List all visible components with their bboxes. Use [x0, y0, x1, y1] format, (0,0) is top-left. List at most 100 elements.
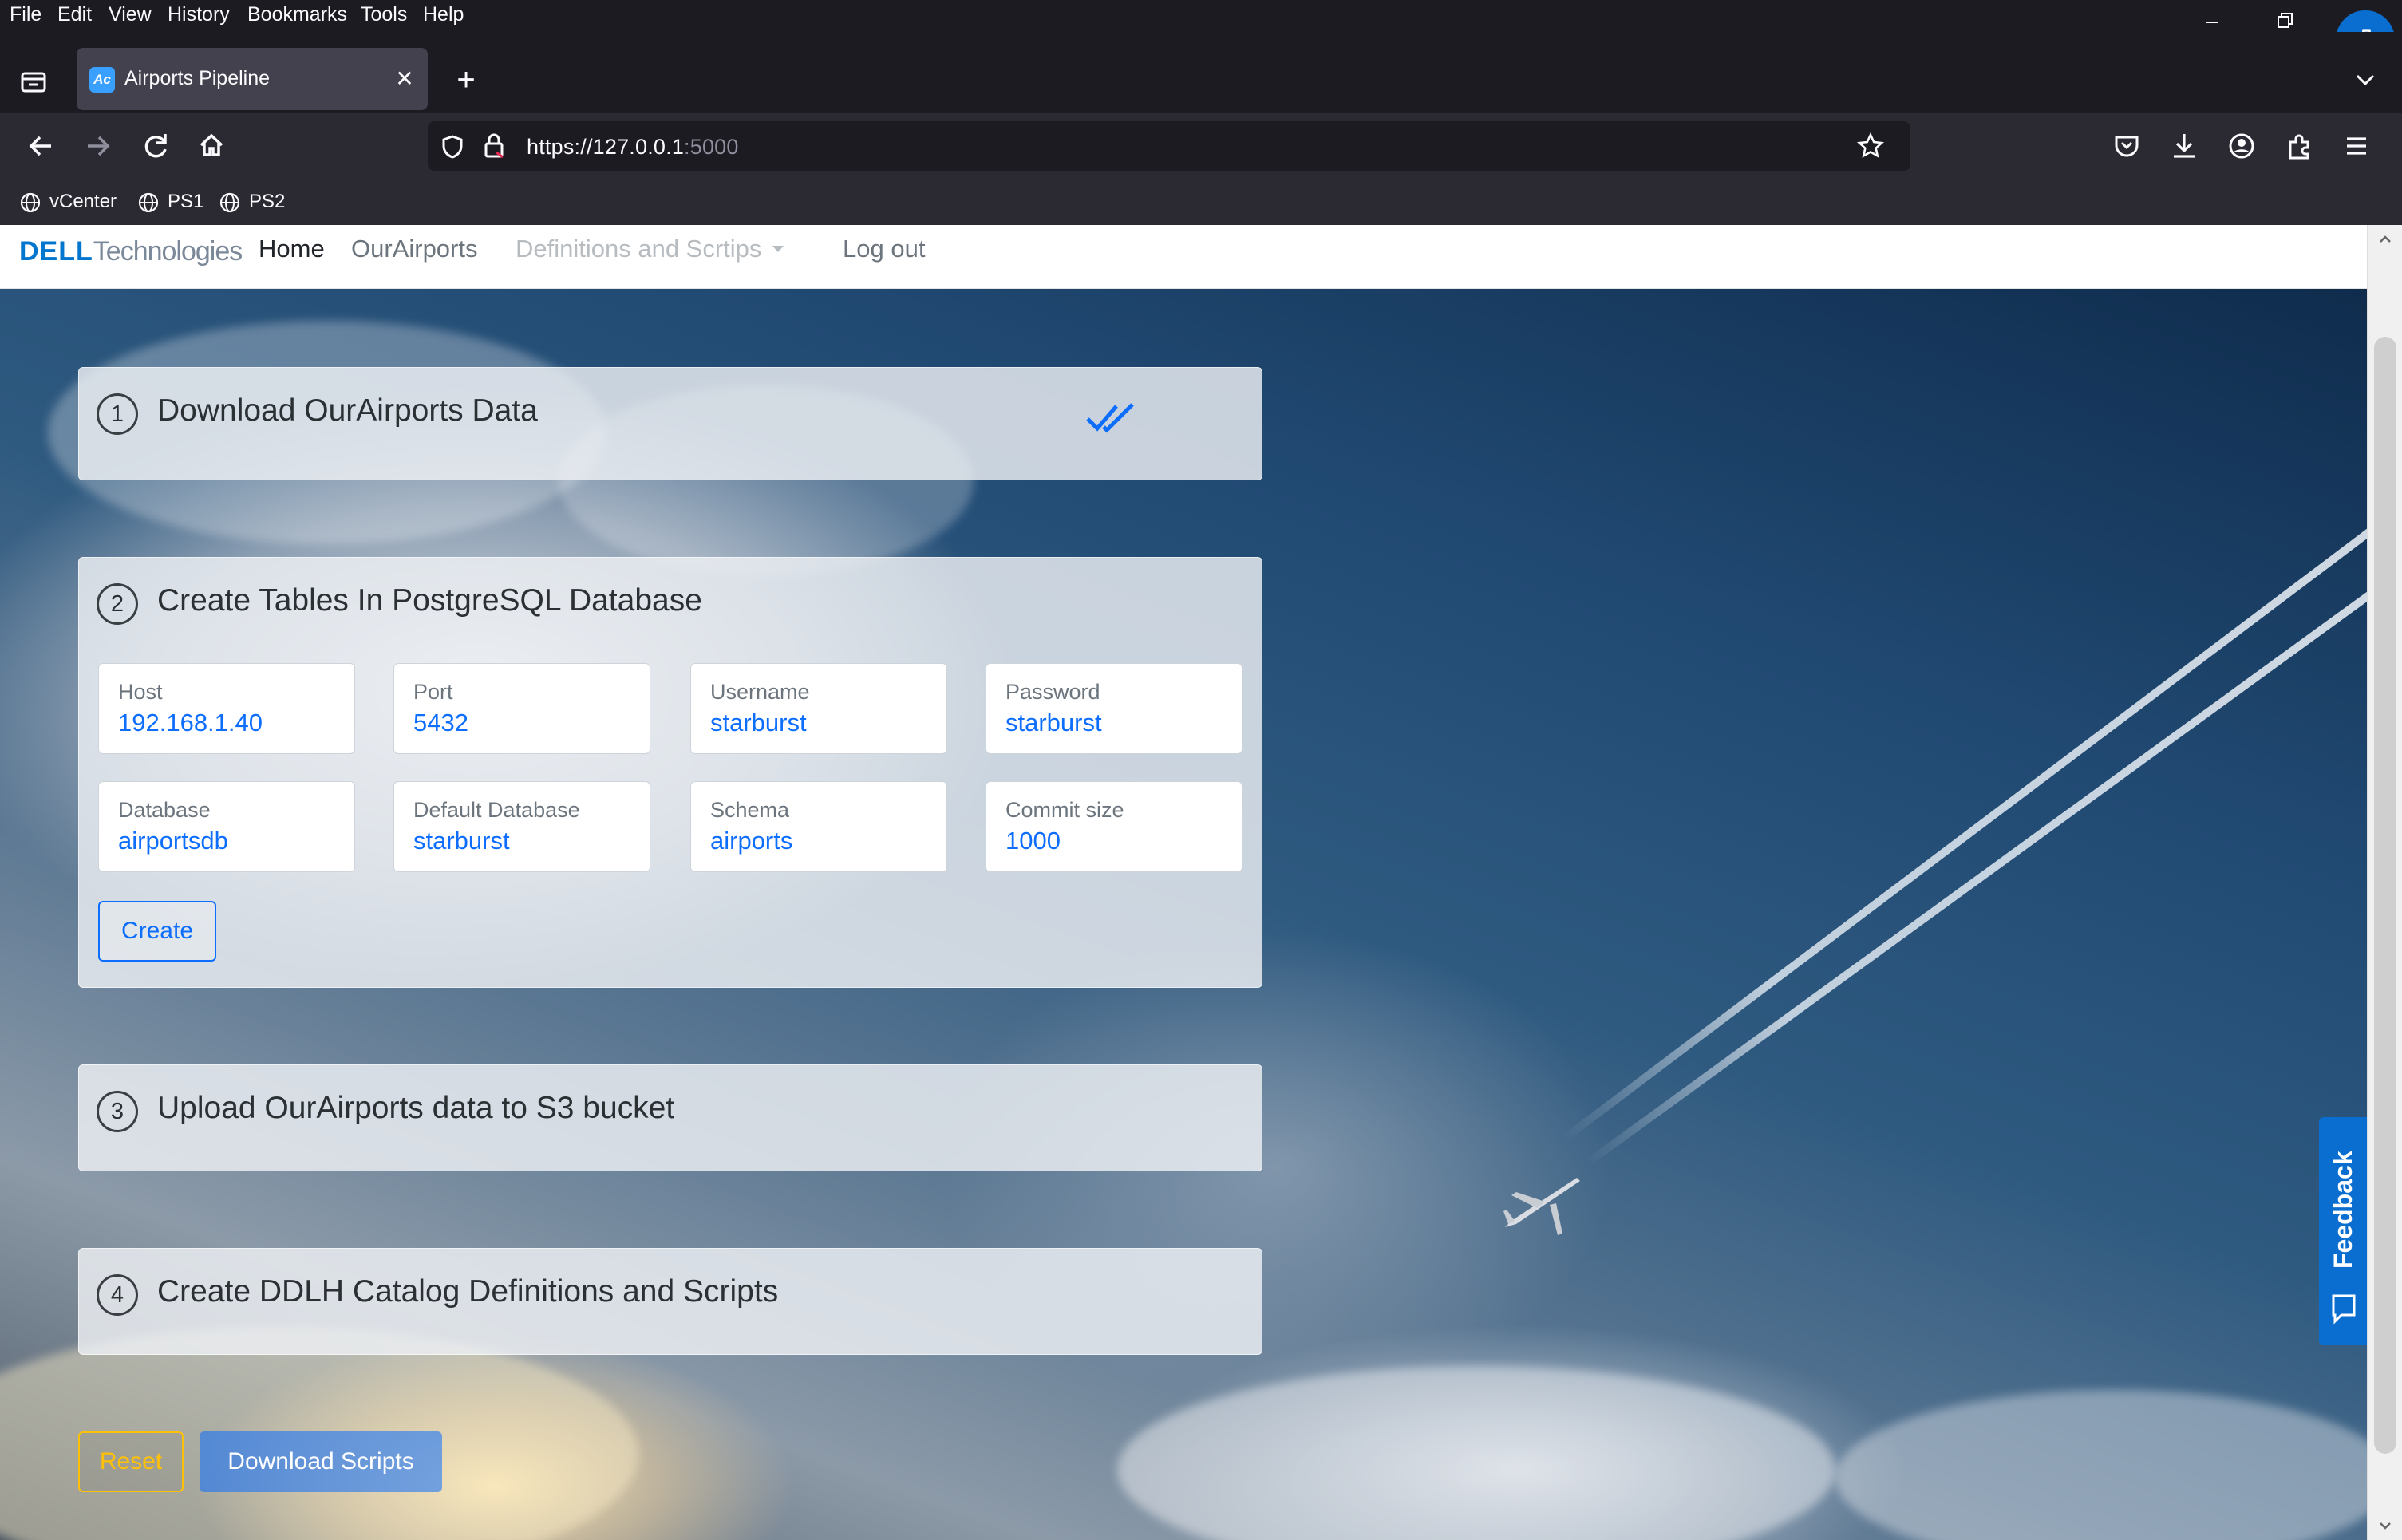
tab-list-icon[interactable]: [14, 62, 53, 101]
caret-down-icon: [772, 246, 784, 252]
menu-bookmarks[interactable]: Bookmarks: [247, 3, 347, 26]
field-label: Schema: [710, 798, 790, 822]
hero-background: 1 Download OurAirports Data 2 Create Tab…: [0, 289, 2367, 1540]
bookmark-ps1[interactable]: PS1: [137, 187, 204, 217]
step-title[interactable]: Create Tables In PostgreSQL Database: [157, 583, 702, 618]
port-field[interactable]: Port 5432: [393, 663, 650, 754]
field-label: Port: [413, 680, 453, 704]
hamburger-menu-icon[interactable]: [2337, 126, 2376, 166]
cloud: [1117, 1366, 1835, 1540]
field-label: Username: [710, 680, 810, 704]
pocket-icon[interactable]: [2107, 126, 2147, 166]
field-value: airportsdb: [118, 827, 228, 855]
field-value: 1000: [1005, 827, 1061, 855]
cloud: [1835, 1390, 2367, 1540]
globe-icon: [20, 192, 41, 213]
menu-view[interactable]: View: [109, 3, 152, 26]
field-value: starburst: [1005, 709, 1102, 736]
browser-tab[interactable]: Ac Airports Pipeline ✕: [77, 48, 428, 110]
chevron-down-icon[interactable]: [2349, 64, 2381, 96]
lock-icon[interactable]: [480, 132, 508, 160]
menu-edit[interactable]: Edit: [57, 3, 92, 26]
commit-size-field[interactable]: Commit size 1000: [986, 781, 1242, 872]
bookmark-label: PS1: [168, 191, 204, 212]
field-label: Commit size: [1005, 798, 1124, 822]
field-value: starburst: [413, 827, 510, 855]
account-icon[interactable]: [2222, 126, 2262, 166]
step-number: 2: [97, 583, 138, 625]
extensions-icon[interactable]: [2279, 126, 2319, 166]
reset-button[interactable]: Reset: [78, 1431, 184, 1492]
tab-title: Airports Pipeline: [124, 67, 271, 89]
field-value: 192.168.1.40: [118, 709, 263, 736]
password-field[interactable]: Password starburst: [986, 663, 1242, 754]
menu-history[interactable]: History: [168, 3, 230, 26]
bookmark-label: vCenter: [49, 191, 117, 212]
database-field[interactable]: Database airportsdb: [98, 781, 355, 872]
step-title[interactable]: Create DDLH Catalog Definitions and Scri…: [157, 1274, 778, 1309]
url-text: https://127.0.0.1:5000: [527, 135, 739, 160]
reload-icon[interactable]: [136, 126, 176, 166]
globe-icon: [138, 192, 159, 213]
feedback-note-icon: [2332, 1294, 2356, 1325]
back-arrow-icon[interactable]: [21, 126, 61, 166]
download-scripts-button[interactable]: Download Scripts: [200, 1431, 442, 1492]
step-card-4: 4 Create DDLH Catalog Definitions and Sc…: [78, 1248, 1262, 1355]
step-number: 1: [97, 393, 138, 435]
close-tab-icon[interactable]: ✕: [391, 65, 418, 93]
nav-ourairports[interactable]: OurAirports: [351, 235, 477, 263]
step-title[interactable]: Upload OurAirports data to S3 bucket: [157, 1091, 674, 1126]
navigation-toolbar: https://127.0.0.1:5000: [0, 113, 2402, 179]
download-icon[interactable]: [2164, 126, 2204, 166]
username-field[interactable]: Username starburst: [690, 663, 947, 754]
nav-definitions-dropdown[interactable]: Definitions and Scrtips: [516, 235, 784, 263]
new-tab-icon[interactable]: +: [447, 62, 485, 101]
step-card-2: 2 Create Tables In PostgreSQL Database H…: [78, 557, 1262, 988]
menu-bar: File Edit View History Bookmarks Tools H…: [0, 0, 2402, 32]
field-value: starburst: [710, 709, 807, 736]
step-number: 4: [97, 1274, 138, 1316]
bookmarks-toolbar: vCenter PS1 PS2: [0, 179, 2402, 225]
step-title[interactable]: Download OurAirports Data: [157, 393, 538, 428]
shield-icon[interactable]: [439, 133, 466, 160]
step-number: 3: [97, 1091, 138, 1132]
menu-file[interactable]: File: [10, 3, 41, 26]
forward-arrow-icon: [78, 126, 118, 166]
favicon-icon: Ac: [89, 67, 115, 93]
star-icon[interactable]: [1856, 132, 1885, 160]
dell-technologies-logo[interactable]: DELLTechnologies: [19, 236, 243, 267]
bookmark-vcenter[interactable]: vCenter: [19, 187, 123, 217]
create-button[interactable]: Create: [98, 901, 216, 962]
default-database-field[interactable]: Default Database starburst: [393, 781, 650, 872]
bookmark-label: PS2: [249, 191, 286, 212]
url-host: https://127.0.0.1: [527, 135, 685, 159]
contrail: [1586, 578, 2367, 1167]
url-port: :5000: [684, 135, 739, 159]
feedback-tab[interactable]: Feedback: [2319, 1117, 2367, 1345]
airplane-icon: [1503, 1178, 1580, 1235]
field-value: airports: [710, 827, 793, 855]
page-scrollbar[interactable]: [2367, 225, 2402, 1540]
page-viewport: DELLTechnologies Home OurAirports Defini…: [0, 225, 2367, 1540]
menu-tools[interactable]: Tools: [361, 3, 407, 26]
field-label: Host: [118, 680, 163, 704]
url-bar[interactable]: https://127.0.0.1:5000: [428, 121, 1910, 171]
field-label: Password: [1005, 680, 1100, 704]
feedback-label: Feedback: [2329, 1151, 2357, 1269]
nav-definitions-label: Definitions and Scrtips: [516, 235, 762, 263]
nav-home[interactable]: Home: [259, 235, 325, 263]
scrollbar-thumb[interactable]: [2374, 337, 2396, 1454]
bookmark-ps2[interactable]: PS2: [219, 187, 286, 217]
field-value: 5432: [413, 709, 468, 736]
site-navbar: DELLTechnologies Home OurAirports Defini…: [0, 225, 2367, 289]
home-icon[interactable]: [192, 126, 231, 166]
scroll-up-icon[interactable]: [2377, 231, 2393, 247]
menu-help[interactable]: Help: [423, 3, 464, 26]
double-check-icon: [1086, 403, 1134, 433]
host-field[interactable]: Host 192.168.1.40: [98, 663, 355, 754]
nav-logout[interactable]: Log out: [843, 235, 925, 263]
scroll-down-icon[interactable]: [2377, 1518, 2393, 1534]
contrail: [1561, 520, 2367, 1142]
globe-icon: [219, 192, 240, 213]
schema-field[interactable]: Schema airports: [690, 781, 947, 872]
